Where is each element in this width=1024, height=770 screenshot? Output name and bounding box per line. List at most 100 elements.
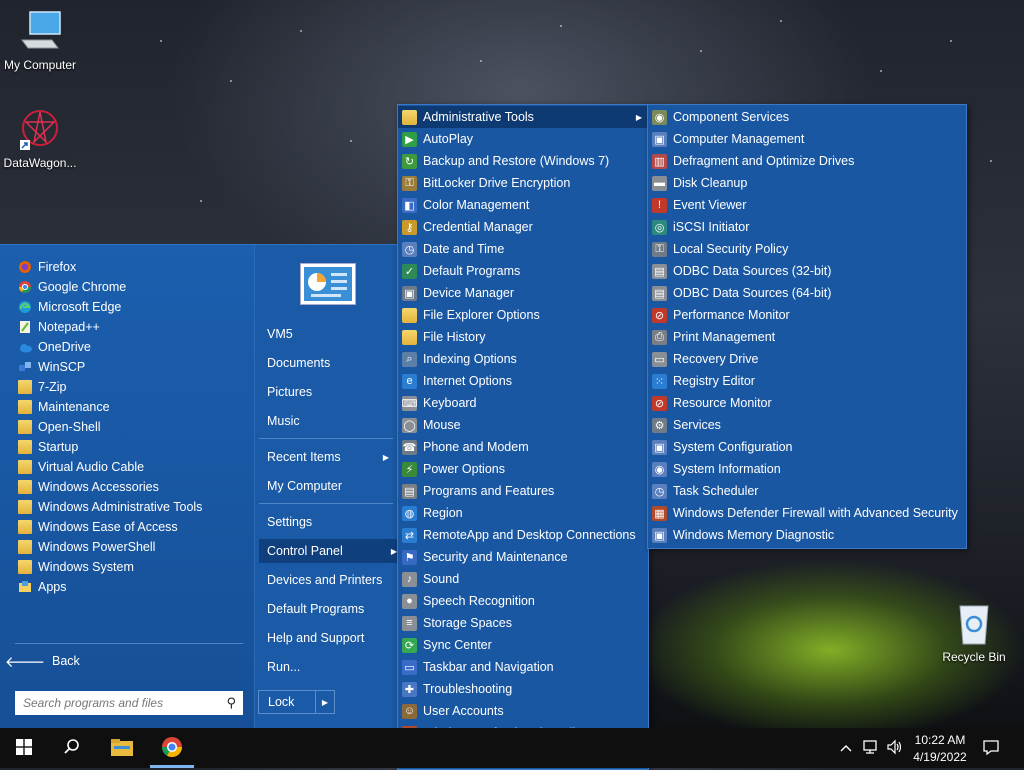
program-winscp[interactable]: WinSCP: [18, 357, 248, 377]
start-item-my-computer[interactable]: My Computer: [267, 474, 393, 498]
start-item-default-programs[interactable]: Default Programs: [267, 597, 393, 621]
cp-item-file-history[interactable]: File History: [398, 326, 648, 348]
lock-options-button[interactable]: ▶: [315, 690, 335, 714]
taskbar-file-explorer[interactable]: [98, 728, 146, 768]
component-services-icon: ◉: [652, 109, 667, 125]
taskbar-search-button[interactable]: [48, 728, 96, 768]
admin-tool-resource-monitor[interactable]: ⊘ Resource Monitor: [648, 392, 966, 414]
cp-item-bitlocker-drive-encryption[interactable]: ⚿ BitLocker Drive Encryption: [398, 172, 648, 194]
cp-item-speech-recognition[interactable]: ● Speech Recognition: [398, 590, 648, 612]
desktop-icon-my-computer[interactable]: My Computer: [0, 10, 80, 72]
lock-button[interactable]: Lock: [258, 690, 316, 714]
cp-item-phone-and-modem[interactable]: ☎ Phone and Modem: [398, 436, 648, 458]
show-hidden-icons-button[interactable]: [838, 738, 854, 758]
desktop-icon-datawagon[interactable]: DataWagon...: [0, 108, 80, 170]
admin-tool-windows-memory-diagnostic[interactable]: ▣ Windows Memory Diagnostic: [648, 524, 966, 546]
start-item-pictures[interactable]: Pictures: [267, 380, 393, 404]
cp-item-backup-and-restore-windows-7[interactable]: ↻ Backup and Restore (Windows 7): [398, 150, 648, 172]
admin-tool-component-services[interactable]: ◉ Component Services: [648, 106, 966, 128]
program-folder-7zip[interactable]: 7-Zip: [18, 377, 248, 397]
notifications-button[interactable]: [982, 738, 1002, 758]
admin-tool-windows-defender-firewall-with-advanced-security[interactable]: ▦ Windows Defender Firewall with Advanced…: [648, 502, 966, 524]
program-google-chrome[interactable]: Google Chrome: [18, 277, 248, 297]
cp-item-autoplay[interactable]: ▶ AutoPlay: [398, 128, 648, 150]
admin-tool-odbc-data-sources-64-bit[interactable]: ▤ ODBC Data Sources (64-bit): [648, 282, 966, 304]
cp-item-date-and-time[interactable]: ◷ Date and Time: [398, 238, 648, 260]
admin-tool-odbc-data-sources-32-bit[interactable]: ▤ ODBC Data Sources (32-bit): [648, 260, 966, 282]
program-folder-virtual-audio-cable[interactable]: Virtual Audio Cable: [18, 457, 248, 477]
menu-item-label: System Configuration: [673, 440, 793, 454]
taskbar: 10:22 AM 4/19/2022: [0, 728, 1024, 768]
admin-tool-system-configuration[interactable]: ▣ System Configuration: [648, 436, 966, 458]
cp-item-security-and-maintenance[interactable]: ⚑ Security and Maintenance: [398, 546, 648, 568]
program-folder-windows-accessories[interactable]: Windows Accessories: [18, 477, 248, 497]
volume-button[interactable]: [886, 738, 904, 758]
cp-item-mouse[interactable]: ◯ Mouse: [398, 414, 648, 436]
program-folder-open-shell[interactable]: Open-Shell: [18, 417, 248, 437]
program-folder-windows-powershell[interactable]: Windows PowerShell: [18, 537, 248, 557]
clock[interactable]: 10:22 AM 4/19/2022: [908, 731, 972, 765]
start-item-vm5[interactable]: VM5: [267, 322, 393, 346]
cp-item-troubleshooting[interactable]: ✚ Troubleshooting: [398, 678, 648, 700]
cp-item-color-management[interactable]: ◧ Color Management: [398, 194, 648, 216]
cp-item-taskbar-and-navigation[interactable]: ▭ Taskbar and Navigation: [398, 656, 648, 678]
cp-item-internet-options[interactable]: e Internet Options: [398, 370, 648, 392]
program-apps[interactable]: Apps: [18, 577, 248, 597]
admin-tool-iscsi-initiator[interactable]: ◎ iSCSI Initiator: [648, 216, 966, 238]
program-notepadpp[interactable]: Notepad++: [18, 317, 248, 337]
start-item-control-panel[interactable]: Control Panel ▶: [259, 539, 401, 563]
start-item-documents[interactable]: Documents: [267, 351, 393, 375]
start-item-devices-and-printers[interactable]: Devices and Printers: [267, 568, 393, 592]
cp-item-default-programs[interactable]: ✓ Default Programs: [398, 260, 648, 282]
cp-item-region[interactable]: ◍ Region: [398, 502, 648, 524]
cp-item-credential-manager[interactable]: ⚷ Credential Manager: [398, 216, 648, 238]
cp-item-remoteapp-and-desktop-connections[interactable]: ⇄ RemoteApp and Desktop Connections: [398, 524, 648, 546]
admin-tool-local-security-policy[interactable]: ⚿ Local Security Policy: [648, 238, 966, 260]
program-label: OneDrive: [38, 340, 91, 354]
control-panel-menu: Administrative Tools ▶ ▶ AutoPlay ↻ Backup an…: [397, 104, 649, 770]
start-button[interactable]: [0, 728, 48, 768]
start-item-help-and-support[interactable]: Help and Support: [267, 626, 393, 650]
taskbar-chrome[interactable]: [148, 728, 196, 768]
cp-item-indexing-options[interactable]: ⌕ Indexing Options: [398, 348, 648, 370]
network-button[interactable]: [862, 738, 880, 758]
search-input[interactable]: Search programs and files ⚲: [15, 691, 243, 715]
program-folder-windows-ease-of-access[interactable]: Windows Ease of Access: [18, 517, 248, 537]
cp-item-keyboard[interactable]: ⌨ Keyboard: [398, 392, 648, 414]
programs-icon: ▤: [402, 483, 417, 499]
admin-tool-disk-cleanup[interactable]: ▬ Disk Cleanup: [648, 172, 966, 194]
admin-tool-defragment-and-optimize-drives[interactable]: ▥ Defragment and Optimize Drives: [648, 150, 966, 172]
menu-item-label: Indexing Options: [423, 352, 517, 366]
admin-tool-recovery-drive[interactable]: ▭ Recovery Drive: [648, 348, 966, 370]
program-firefox[interactable]: Firefox: [18, 257, 248, 277]
program-folder-startup[interactable]: Startup: [18, 437, 248, 457]
admin-tool-performance-monitor[interactable]: ⊘ Performance Monitor: [648, 304, 966, 326]
start-item-run[interactable]: Run...: [267, 655, 393, 679]
admin-tool-services[interactable]: ⚙ Services: [648, 414, 966, 436]
program-folder-maintenance[interactable]: Maintenance: [18, 397, 248, 417]
program-folder-windows-system[interactable]: Windows System: [18, 557, 248, 577]
program-onedrive[interactable]: OneDrive: [18, 337, 248, 357]
cp-item-programs-and-features[interactable]: ▤ Programs and Features: [398, 480, 648, 502]
desktop-icon-recycle-bin[interactable]: Recycle Bin: [934, 602, 1014, 664]
admin-tool-event-viewer[interactable]: ! Event Viewer: [648, 194, 966, 216]
back-button[interactable]: 🡐 Back: [5, 651, 248, 671]
admin-tool-task-scheduler[interactable]: ◷ Task Scheduler: [648, 480, 966, 502]
start-item-recent-items[interactable]: Recent Items ▶: [267, 445, 393, 469]
cp-item-storage-spaces[interactable]: ≡ Storage Spaces: [398, 612, 648, 634]
start-item-music[interactable]: Music: [267, 409, 393, 433]
admin-tool-registry-editor[interactable]: ⁙ Registry Editor: [648, 370, 966, 392]
cp-item-sound[interactable]: ♪ Sound: [398, 568, 648, 590]
admin-tool-print-management[interactable]: ⎙ Print Management: [648, 326, 966, 348]
cp-item-user-accounts[interactable]: ☺ User Accounts: [398, 700, 648, 722]
program-microsoft-edge[interactable]: Microsoft Edge: [18, 297, 248, 317]
cp-item-device-manager[interactable]: ▣ Device Manager: [398, 282, 648, 304]
admin-tool-computer-management[interactable]: ▣ Computer Management: [648, 128, 966, 150]
cp-item-file-explorer-options[interactable]: File Explorer Options: [398, 304, 648, 326]
cp-item-sync-center[interactable]: ⟳ Sync Center: [398, 634, 648, 656]
cp-item-power-options[interactable]: ⚡ Power Options: [398, 458, 648, 480]
cp-item-administrative-tools[interactable]: Administrative Tools ▶: [398, 106, 648, 128]
start-item-settings[interactable]: Settings: [267, 510, 393, 534]
program-folder-windows-admin-tools[interactable]: Windows Administrative Tools: [18, 497, 248, 517]
admin-tool-system-information[interactable]: ◉ System Information: [648, 458, 966, 480]
